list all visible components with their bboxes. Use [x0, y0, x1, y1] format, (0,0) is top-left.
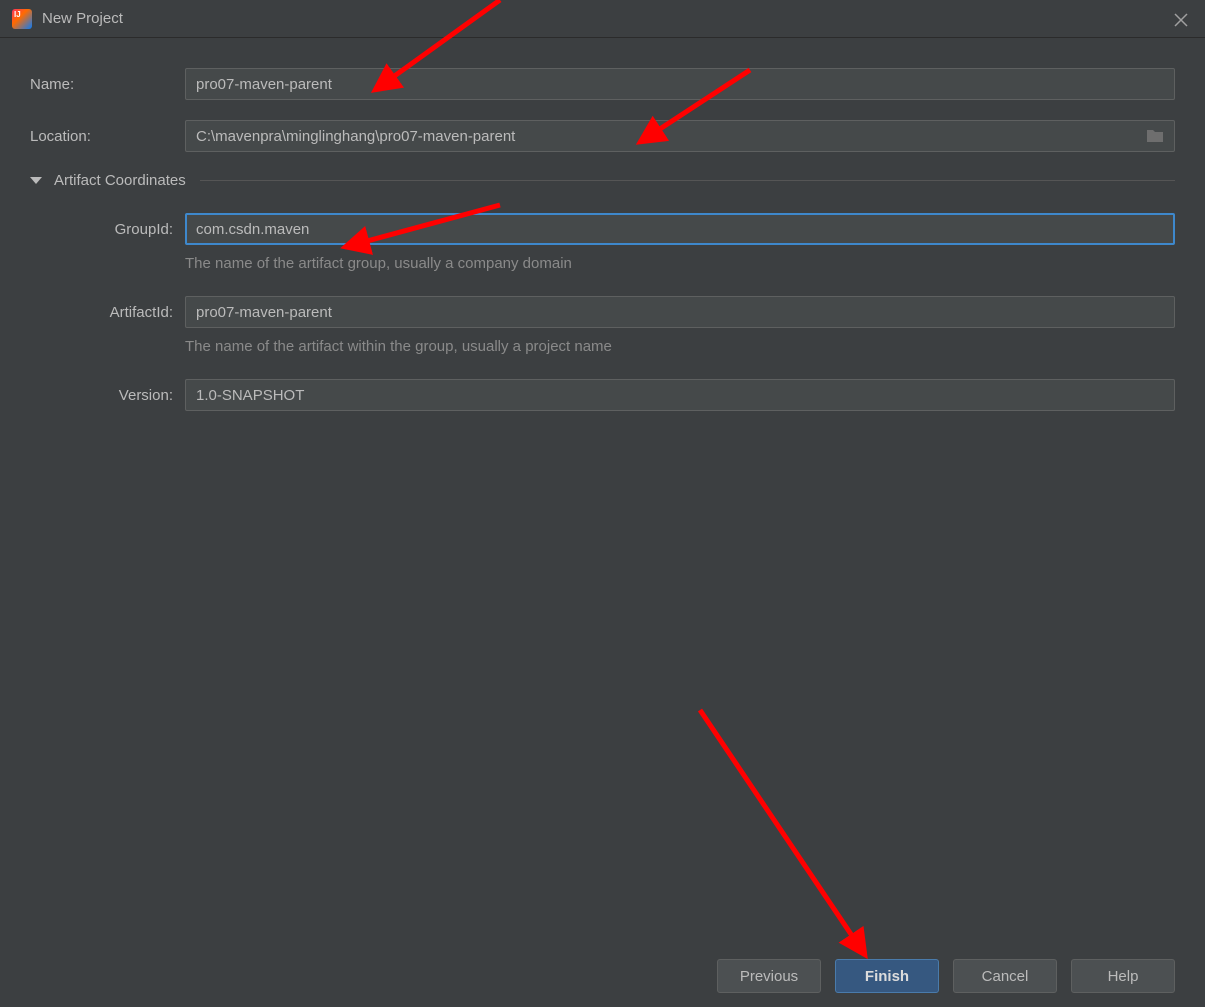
- groupid-row: GroupId:: [30, 213, 1175, 245]
- groupid-label: GroupId:: [30, 221, 185, 238]
- annotation-arrow: [680, 700, 900, 980]
- divider: [200, 180, 1175, 181]
- finish-button[interactable]: Finish: [835, 959, 939, 993]
- close-icon[interactable]: [1173, 12, 1189, 28]
- name-input[interactable]: [185, 68, 1175, 100]
- artifact-coordinates-toggle[interactable]: Artifact Coordinates: [30, 172, 1175, 189]
- location-row: Location:: [30, 120, 1175, 152]
- window-title: New Project: [42, 10, 123, 27]
- dialog-content: Name: Location: Artifact Coordinates Gro…: [0, 38, 1205, 411]
- location-label: Location:: [30, 128, 185, 145]
- folder-icon[interactable]: [1145, 128, 1165, 144]
- chevron-down-icon: [30, 177, 42, 184]
- artifactid-input[interactable]: [185, 296, 1175, 328]
- name-label: Name:: [30, 76, 185, 93]
- name-row: Name:: [30, 68, 1175, 100]
- artifactid-hint: The name of the artifact within the grou…: [185, 338, 1175, 355]
- section-title: Artifact Coordinates: [54, 172, 186, 189]
- titlebar: New Project: [0, 0, 1205, 38]
- artifactid-label: ArtifactId:: [30, 304, 185, 321]
- cancel-button[interactable]: Cancel: [953, 959, 1057, 993]
- location-input[interactable]: [185, 120, 1175, 152]
- app-icon: [12, 9, 32, 29]
- previous-button[interactable]: Previous: [717, 959, 821, 993]
- artifactid-row: ArtifactId:: [30, 296, 1175, 328]
- help-button[interactable]: Help: [1071, 959, 1175, 993]
- version-input[interactable]: [185, 379, 1175, 411]
- version-label: Version:: [30, 387, 185, 404]
- version-row: Version:: [30, 379, 1175, 411]
- button-bar: Previous Finish Cancel Help: [717, 959, 1175, 993]
- groupid-input[interactable]: [185, 213, 1175, 245]
- groupid-hint: The name of the artifact group, usually …: [185, 255, 1175, 272]
